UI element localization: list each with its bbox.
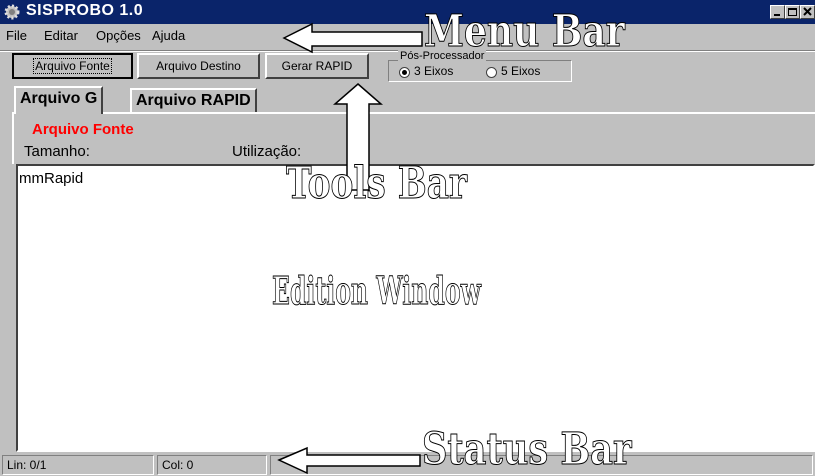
tools-bar-annotation: Tools Bar [286,158,468,210]
edition-window-annotation: Edition Window [272,268,481,314]
menu-bar-annotation: Menu Bar [424,6,626,58]
tab-arquivo-g[interactable]: Arquivo G [14,86,104,114]
status-arrow [277,446,421,475]
status-bar-annotation: Status Bar [422,424,632,476]
annotation-arrows [277,22,423,475]
menu-arrow [282,22,423,54]
